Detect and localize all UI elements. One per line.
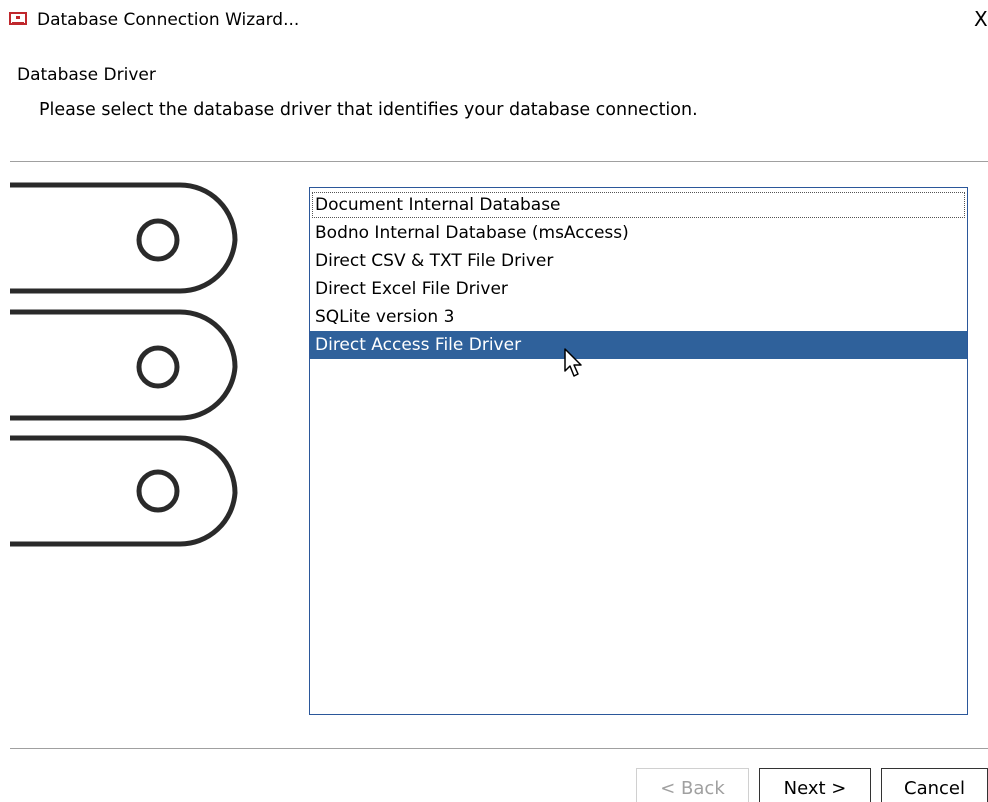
driver-list-item[interactable]: Direct CSV & TXT File Driver	[310, 247, 967, 275]
window-title: Database Connection Wizard...	[37, 10, 300, 30]
disk-indicator-icon	[136, 345, 180, 389]
cancel-button[interactable]: Cancel	[881, 768, 988, 802]
footer-divider	[10, 748, 988, 749]
page-title: Database Driver	[17, 65, 156, 85]
database-disk-icon	[10, 435, 238, 547]
next-button[interactable]: Next >	[759, 768, 871, 802]
driver-listbox[interactable]: Document Internal Database Bodno Interna…	[309, 187, 968, 715]
driver-list-item[interactable]: SQLite version 3	[310, 303, 967, 331]
page-description: Please select the database driver that i…	[39, 100, 698, 120]
driver-list-item[interactable]: Document Internal Database	[311, 191, 966, 219]
database-disk-icon	[10, 309, 238, 421]
close-button[interactable]: X	[974, 6, 988, 32]
driver-list-item-selected[interactable]: Direct Access File Driver	[310, 331, 967, 359]
disk-indicator-icon	[136, 218, 180, 262]
header-divider	[10, 161, 988, 162]
database-stack-illustration	[10, 182, 238, 547]
database-disk-icon	[10, 182, 238, 294]
driver-list-item[interactable]: Bodno Internal Database (msAccess)	[310, 219, 967, 247]
driver-list-item[interactable]: Direct Excel File Driver	[310, 275, 967, 303]
disk-indicator-icon	[136, 469, 180, 513]
app-window-icon	[9, 12, 27, 25]
back-button[interactable]: < Back	[636, 768, 749, 802]
title-bar: Database Connection Wizard... X	[0, 0, 988, 40]
database-connection-wizard-window: Database Connection Wizard... X Database…	[0, 0, 988, 802]
